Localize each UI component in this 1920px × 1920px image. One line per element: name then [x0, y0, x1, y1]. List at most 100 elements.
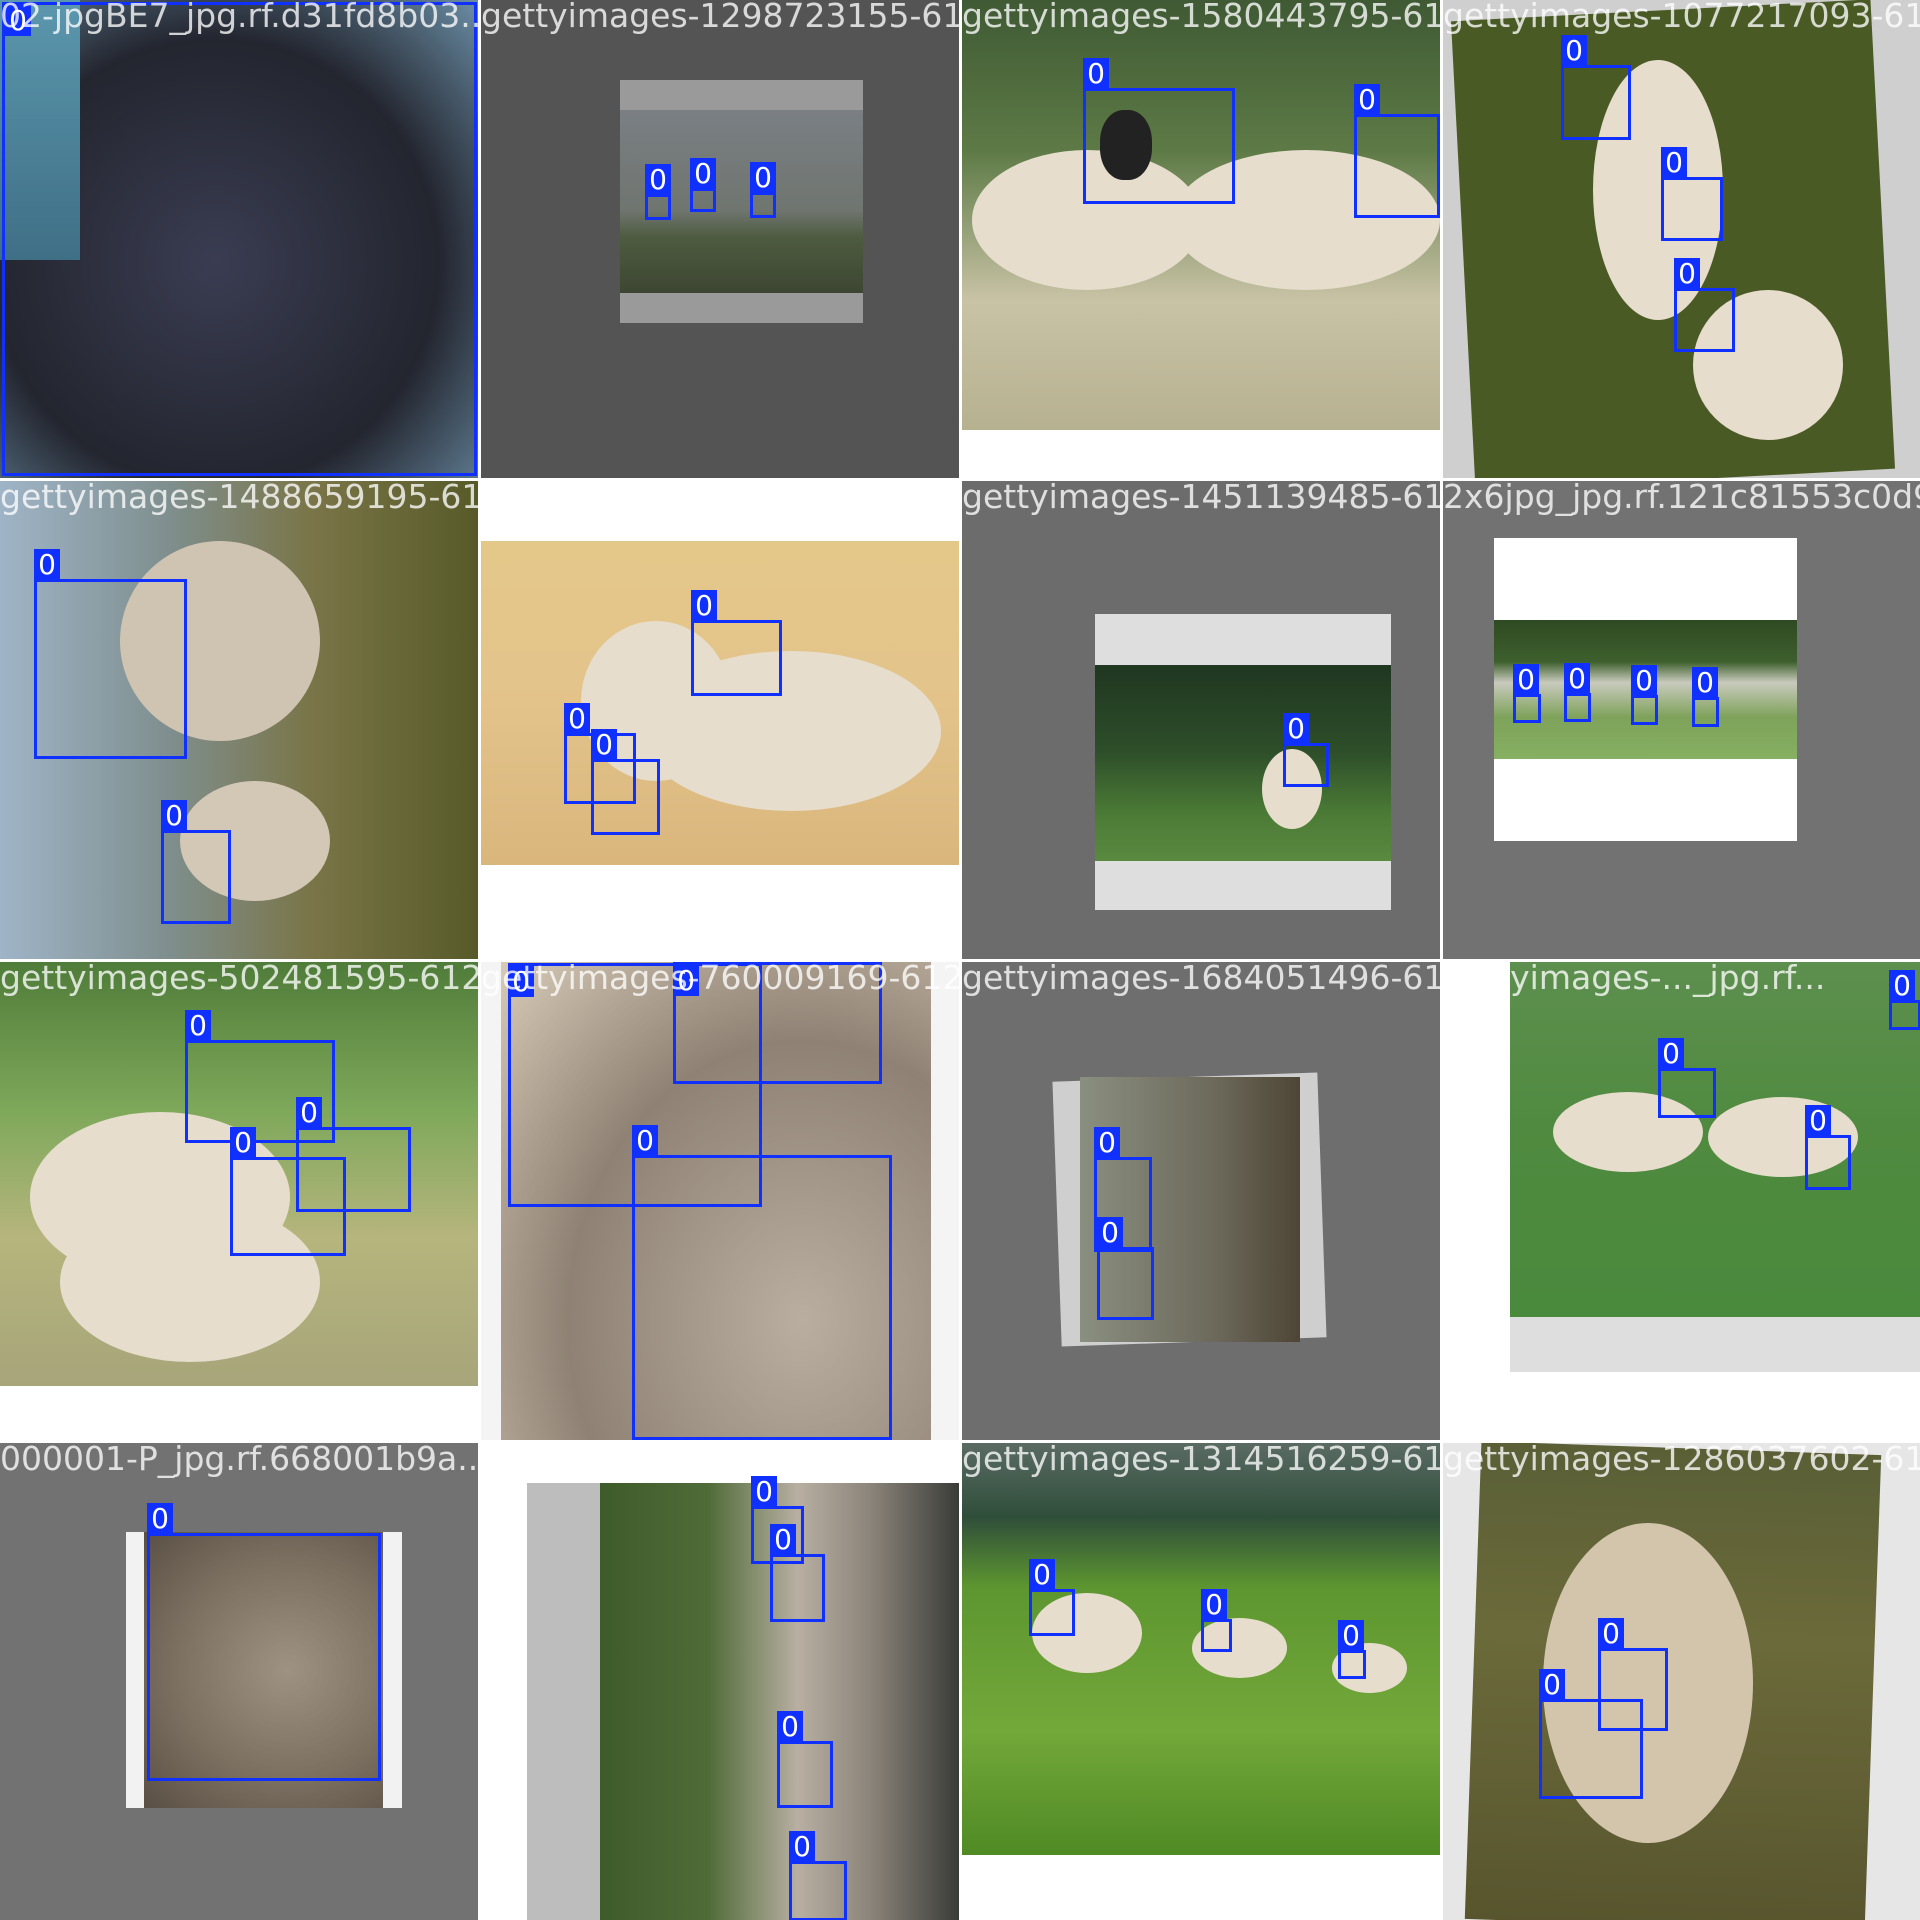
bounding-box: 0: [1889, 970, 1920, 1030]
bounding-box: 0: [1283, 713, 1329, 787]
bounding-box: 0: [1539, 1669, 1643, 1799]
box-label: 0: [750, 162, 776, 193]
bounding-box: 0: [1658, 1038, 1716, 1118]
bounding-box: 0: [1354, 84, 1440, 218]
tile: 0 0 0 0 gettyimages-1887907905-612x612_j…: [481, 1443, 959, 1920]
tile: 0 0 0 gettyimages-1314516259-612x612_jpg…: [962, 1443, 1440, 1920]
tile: 0 0 gettyimages-1580443795-612x612_jpg.r…: [962, 0, 1440, 478]
bounding-box: 0: [161, 800, 231, 924]
bounding-box: 0: [1674, 258, 1735, 352]
bounding-box: 0: [591, 729, 660, 835]
filename-label: gettyimages-..._jpg.rf...: [1443, 962, 1826, 997]
box-label: 0: [1083, 58, 1109, 89]
tile: 0 0 0 gettyimages-760009169-612x612_jpg.…: [481, 962, 959, 1440]
sheep-photo: [1095, 665, 1391, 861]
bounding-box: 0: [632, 1125, 892, 1440]
filename-label: gettyimages-1887907905-612x612_jpg.rf.7d…: [481, 1443, 959, 1478]
box-label: 0: [1513, 664, 1539, 695]
bounding-box: 0: [1561, 35, 1631, 140]
bounding-box: 0: [1692, 667, 1719, 727]
box-label: 0: [1097, 1217, 1123, 1248]
bounding-box: 0: [147, 1503, 381, 1781]
box-label: 0: [1658, 1038, 1684, 1069]
tile: 0 0 gettyimages-1286037602-612x612_jpg.r…: [1443, 1443, 1920, 1920]
tile: 0 0 0 2x6jpg_jpg.rf.c0b9e0be5f112...: [481, 481, 959, 959]
filename-label: 2x6jpg_jpg.rf.c0b9e0be5f112...: [481, 481, 959, 516]
tile: 0 0 0 gettyimages-1077217093-612x612_jpg…: [1443, 0, 1920, 478]
box-label: 0: [564, 703, 590, 734]
bounding-box: 0: [1661, 147, 1723, 241]
bounding-box: 0: [1029, 1559, 1075, 1636]
tile: 0 0 0 gettyimages-..._jpg.rf...: [1443, 962, 1920, 1440]
box-label: 0: [1029, 1559, 1055, 1590]
filename-label: gettyimages-760009169-612x612_jpg.rf...: [481, 962, 959, 997]
filename-label: gettyimages-502481595-612x612_jpg.rf...: [0, 962, 478, 997]
bounding-box: 0: [1097, 1217, 1154, 1320]
bounding-box: 0: [770, 1524, 825, 1622]
box-label: 0: [1661, 147, 1687, 178]
filename-label: gettyimages-1580443795-612x612_jpg.rf.b6…: [962, 0, 1440, 35]
box-label: 0: [632, 1125, 658, 1156]
box-label: 0: [770, 1524, 796, 1555]
sheep-body: [641, 651, 941, 811]
bounding-box: 0: [777, 1711, 833, 1808]
filename-label: gettyimages-1451139485-612x612_jpg.rf.8.…: [962, 481, 1440, 516]
box-label: 0: [1561, 35, 1587, 66]
filename-label: gettyimages-1077217093-612x612_jpg.rf.47…: [1443, 0, 1920, 35]
box-label: 0: [751, 1476, 777, 1507]
box-label: 0: [296, 1097, 322, 1128]
tile: 0 0 0 gettyimages-502481595-612x612_jpg.…: [0, 962, 478, 1440]
bounding-box: 0: [2, 2, 477, 476]
box-label: 0: [185, 1010, 211, 1041]
mosaic-grid: 0 02-jpgBE7_jpg.rf.d31fd8b03... 0 0 0 ge…: [0, 0, 1920, 1920]
box-label: 0: [591, 729, 617, 760]
filename-label: gettyimages-1298723155-612x612_jpg.rf.97…: [481, 0, 959, 35]
tile: 0 000001-P_jpg.rf.668001b9a...: [0, 1443, 478, 1920]
filename-label: gettyimages-1286037602-612x612_jpg.rf.52…: [1443, 1443, 1920, 1478]
filename-label: 02-jpgBE7_jpg.rf.d31fd8b03...: [0, 0, 478, 35]
box-label: 0: [1692, 667, 1718, 698]
bounding-box: 0: [1338, 1620, 1366, 1679]
box-label: 0: [1564, 663, 1590, 694]
box-label: 0: [230, 1127, 256, 1158]
box-label: 0: [1094, 1127, 1120, 1158]
box-label: 0: [777, 1711, 803, 1742]
box-label: 0: [690, 158, 716, 189]
filename-label: 000001-P_jpg.rf.668001b9a...: [0, 1443, 478, 1478]
box-label: 0: [691, 590, 717, 621]
box-label: 0: [1539, 1669, 1565, 1700]
tile: 0 02-jpgBE7_jpg.rf.d31fd8b03...: [0, 0, 478, 478]
box-label: 0: [161, 800, 187, 831]
bounding-box: 0: [1631, 665, 1658, 725]
filename-label: gettyimages-1488659195-612x612_jpg.rf.5e…: [0, 481, 478, 516]
box-label: 0: [1598, 1618, 1624, 1649]
bounding-box: 0: [645, 164, 671, 220]
bounding-box: 0: [1513, 664, 1541, 723]
bounding-box: 0: [690, 158, 716, 212]
bounding-box: 0: [1805, 1105, 1851, 1190]
box-label: 0: [1201, 1589, 1227, 1620]
bounding-box: 0: [1083, 58, 1235, 204]
box-label: 0: [1889, 970, 1915, 1001]
bounding-box: 0: [750, 162, 776, 218]
bounding-box: 0: [789, 1831, 847, 1920]
tile: 0 0 0 gettyimages-1298723155-612x612_jpg…: [481, 0, 959, 478]
box-label: 0: [1674, 258, 1700, 289]
box-label: 0: [147, 1503, 173, 1534]
box-label: 0: [789, 1831, 815, 1862]
box-label: 0: [1354, 84, 1380, 115]
box-label: 0: [1338, 1620, 1364, 1651]
bounding-box: 0: [691, 590, 782, 696]
tile: 0 0 gettyimages-1488659195-612x612_jpg.r…: [0, 481, 478, 959]
box-label: 0: [1283, 713, 1309, 744]
filename-label: gettyimages-1684051496-612x612_jpg.rf.24…: [962, 962, 1440, 997]
bounding-box: 0: [230, 1127, 346, 1256]
tile: 0 gettyimages-1451139485-612x612_jpg.rf.…: [962, 481, 1440, 959]
bounding-box: 0: [1201, 1589, 1232, 1652]
filename-label: 2x6jpg_jpg.rf.121c81553c0d9ebf...: [1443, 481, 1920, 516]
box-label: 0: [1631, 665, 1657, 696]
tile: 0 0 0 0 2x6jpg_jpg.rf.121c81553c0d9ebf..…: [1443, 481, 1920, 959]
bounding-box: 0: [34, 549, 187, 759]
box-label: 0: [645, 164, 671, 195]
box-label: 0: [34, 549, 60, 580]
